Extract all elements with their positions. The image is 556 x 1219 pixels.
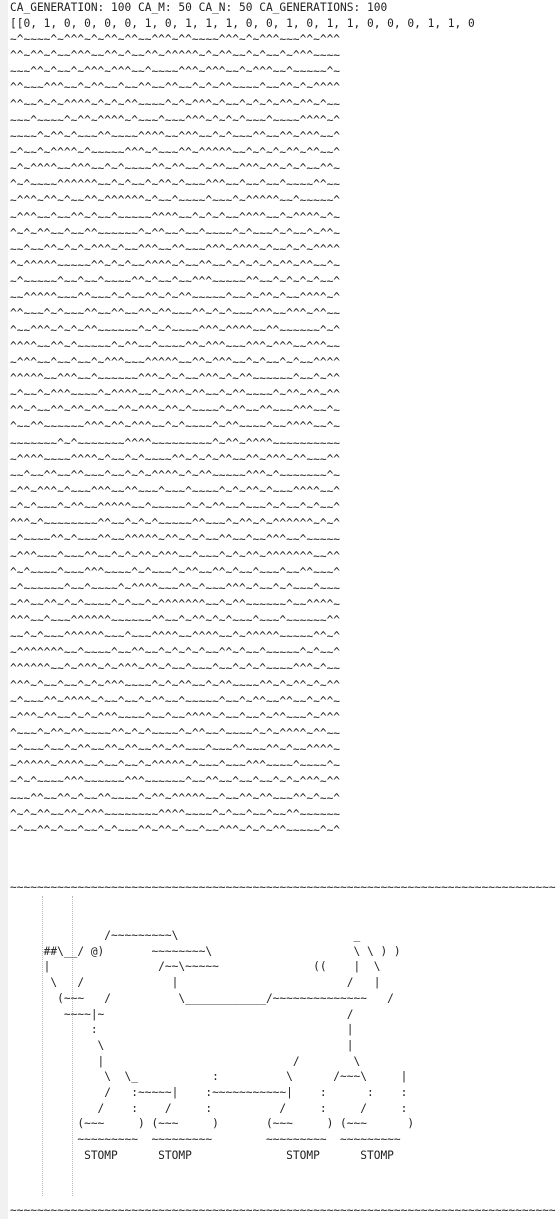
ascii-art-line: : |	[10, 1023, 354, 1037]
separator-line-top: ~~~~~~~~~~~~~~~~~~~~~~~~~~~~~~~~~~~~~~~~…	[10, 881, 556, 894]
grid-row: ^~^~^^~~^~~^^~~~~~~^~^^~~^~~^~~~~^~^~~~^…	[10, 226, 341, 240]
grid-row: ^^^^^^~~^~^^^~^~^^^~^^~^~~^~~~^~~^~^~^~~…	[10, 662, 341, 676]
grid-row: ^^~^~~^^~^^~^^~~^^~^^^~^^~^~~~~^~^^~~^^~…	[10, 404, 341, 418]
ascii-art-line: \ |	[10, 1038, 354, 1052]
grid-row: ~^~~^~^^^~~~~^~^^^^~~^~^^^~^^~~^~^^~~~~^…	[10, 388, 341, 402]
grid-row: ~^~~~~^~^^^~^~^^~^^~~^^^~^^~~~~^^^~^~^^^…	[10, 33, 341, 46]
grid-row: ^~^~~~~^^^^^^~~^~^~~^~^^~^~~~^^^~~^~~^~~…	[10, 178, 341, 192]
grid-row: ~^^^~~^~~^~~^~^^^~~~^^^^^~~^^~^^^~~^~^~~…	[10, 355, 341, 369]
ascii-art-line: (~~~ / \____________/~~~~~~~~~~~~~~ /	[10, 991, 394, 1005]
ascii-art-line: /~~~~~~~~~\ _	[10, 929, 361, 942]
grid-row: ~~~^^~^~~^~^^^~^^^~~^~~~~^^^~^^^~~^~^^^~…	[10, 65, 341, 79]
grid-row: ~^~~~~^^~^~~~^^~~^^^^^~^^~^~^~~^^~~^~~^^…	[10, 533, 341, 547]
ascii-art-line: / : / : / : / :	[10, 1101, 408, 1115]
ascii-art-line: STOMP STOMP STOMP STOMP	[10, 1148, 394, 1162]
grid-row: ~^~~~^~~^~^^~~^^~^^~~^^~^^~~~^~~~^^~~~^^…	[10, 743, 341, 757]
grid-row: ^^^~~^~~~^^^^^^~~~~~~^^~~^~^^~^~^~~~^~~~…	[10, 614, 341, 628]
grid-row: ~^~~^^~^~~^~~^~^~~~^^~^^~^~~^~~^^^~^~^~^…	[10, 823, 341, 837]
grid-row: ~^^^~~^~~^^~^~~^~~~~~^^^^~~^~^~^~~^^^^~~…	[10, 210, 341, 224]
grid-row: ~^^~~^^~^~^~~~~^~^~~^~^^^^^^^~~^~^^~~~~~…	[10, 597, 341, 611]
state-array-line: [[0, 1, 0, 0, 0, 0, 1, 0, 1, 1, 1, 0, 0,…	[10, 17, 475, 30]
grid-row: ~~^^^^^~~~^^~~~^~^~~^^~^~^^~~~~~^~~^~^^~…	[10, 291, 341, 305]
grid-row: ^^~~~^^^~~^~^^~~^~~^^~~^^~~^~^~^^~~~~^~~…	[10, 81, 341, 95]
grid-row: ^~~^^~~~~~~^^^~^^~^^^~~^~^~~~~^~^^~~~~^~…	[10, 420, 341, 434]
grid-row: ~^^^^^^^~~^~~~~^~~^^~~^~^~^~^~~^^~^~~^~~…	[10, 646, 341, 660]
grid-row: ^~~~^~^^~^^~~~~^^~^~^~~~~^~^^~~^~~~~^~^~…	[10, 727, 341, 741]
generation-header: CA_GENERATION: 100 CA_M: 50 CA_N: 50 CA_…	[10, 1, 388, 14]
ascii-art-line: ~~~~|~ /	[10, 1007, 354, 1021]
grid-row: ~~^~~^^~^~^~^^^~^~~^^^~~^^~~~^^^~^^^^~^~…	[10, 242, 341, 256]
grid-row: ~^~^^^^~~^^^~~^~^~~~~^^~^^~~^~^^~~^^^~^^…	[10, 162, 341, 176]
grid-row: ^^~~~^~^~~~^^~~^^~~^^~^^~~~^^~^~^~~~^^^~…	[10, 307, 341, 321]
grid-row: ^^^~^~~^~~^~^~^^^~~~~^~^~^^~~^~^^~~~~^^~…	[10, 678, 341, 692]
grid-row: ^~^^^^^~~~~~^^~^~^~~^^^^~^~~^^~~^~^~^~^~…	[10, 258, 341, 272]
ascii-art-line: \ \_ : \ /~~~\ |	[10, 1070, 408, 1084]
grid-row: ~^~~~^^~^^^^~^~~^~~^~^^~~^~~~~~^~~^~^^~~…	[10, 694, 341, 708]
ascii-art-line: / :~~~~~| :~~~~~~~~~~~| : : :	[10, 1086, 408, 1100]
ascii-dinosaur-art: /~~~~~~~~~\ _ ##\__/ @) ~~~~~~~~\ \ \ ) …	[10, 928, 414, 1164]
grid-row: ^^^~^~~~~~~~~^^~~^~^~^~~~~~^^~~~^~^^~^~^…	[10, 517, 341, 531]
grid-row: ~^~^~~~^~^^~~^^^^^~~^~~~~~^~^~^^~~^~~~^~…	[10, 501, 341, 515]
grid-row: ^~~^^^~^~^~^^~~~~~~^~^~^~~~~^^^~^^^^~~^^…	[10, 323, 341, 337]
grid-row: ~~~^~~~~^~^^~^^^^~^~~~^~~~^^^~^~^~^~~~^~…	[10, 113, 341, 127]
ascii-art-line: ##\__/ @) ~~~~~~~~\ \ \ ) )	[10, 944, 401, 958]
grid-row: ~~^~~^^~~^^~~~^~~^~^~^^^^~^~^^~~~~~^^^~^…	[10, 468, 341, 482]
grid-row: ~^~~~~~~^~~^~~~~^~^^^^~~~^^~^~~~^^^~^~~^…	[10, 581, 341, 595]
grid-row: ~~~^^~~^^~^~~^^~~~~^~^^~^^^^^~~^~~^^~^^~…	[10, 791, 341, 805]
grid-row: ~^^^~~~^~~~^^~~^~^~^^~^^^~~^~~~^~^~^^~^^…	[10, 549, 341, 563]
grid-row: ~^^^~^^~^~~^^~^^^^^^~^~~^~~~~^~~~^~^^^^^…	[10, 194, 341, 208]
grid-row: ~^^^~^^~~^~^~^^^~~~~^~~^~~^^^^~^~~^~~^~^…	[10, 710, 341, 724]
ascii-art-line: | /~~\~~~~~ (( | \	[10, 960, 381, 974]
grid-row: ~^^^^~~~~^^^^~^~~^~^~~~~^^~^~^~^^~~^^~^^…	[10, 452, 341, 466]
grid-row: ~^^~^^^~^~~~^^^~~^^~~~^~~~^~~~~^~^~^^~^~…	[10, 484, 341, 498]
grid-row: ~~^~^~~~^^^^^^~~~^~~~^^^^~~^^^^~~^~^^^^^…	[10, 630, 341, 644]
grid-row: ^^~~^~^~^^^^~^~^~^^~~~~^~^~^^^~^~~^~^~^~…	[10, 97, 341, 111]
grid-row: ~~~~~~~^~^~~~~~~~^^^^~~~~~~~~~^~^^~^^^^~…	[10, 436, 341, 450]
grid-row: ^^^^^~~^^^~~^~~~~~~^^^~^~^~~^^^~^~^^~~~~…	[10, 371, 341, 385]
separator-line-bottom: ~~~~~~~~~~~~~~~~~~~~~~~~~~~~~~~~~~~~~~~~…	[10, 1204, 556, 1217]
grid-row: ~~~~^~^^~^~~~^^~~~~^^^^~~^^^~~^~^~~~^^~~…	[10, 129, 341, 143]
ascii-art-line: ~~~~~~~~~ ~~~~~~~~~ ~~~~~~~~~ ~~~~~~~~~	[10, 1133, 401, 1147]
editor-gutter	[0, 0, 8, 1219]
grid-row: ~^^^^^~^^^^~~^~~^~~^~^^^^^~^~~~^~~~^^^~~…	[10, 759, 341, 773]
ascii-art-line: (~~~ ) (~~~ ) (~~~ ) (~~~ )	[10, 1117, 415, 1131]
grid-row: ~^~^~~~~^^^~~~~~~^^^~~~~~~^~~^^~~^~~^~~^…	[10, 775, 341, 789]
cellular-automaton-grid: ~^~~~~^~^^^~^~^^~^^~~^^^~^^~~~~^^^~^~^^^…	[10, 32, 340, 839]
grid-row: ^^^^~~^^~^~~~~~^~^^~~^~~~~^^~^^^~~~^^^~^…	[10, 339, 341, 353]
ascii-art-line: | / \	[10, 1054, 361, 1068]
grid-row: ^~^~^^~~^^~^^^~~~~~~~~^^^^~~~~^~^~~^~~^~…	[10, 807, 341, 821]
grid-row: ^~^~~~~^~~~^^^~~~~^~^~~~^~^^~~^^~^~~^~~~…	[10, 565, 341, 579]
grid-row: ~^~~~~~^~~^~~^~~~~^^~^~~^~~^^^~~~~~^^~~^…	[10, 275, 341, 289]
grid-row: ~^~~^~^^^^~^~~~~~^^^~^~~~^^~^^^^^~~^~^~^…	[10, 145, 341, 159]
grid-row: ^^~^^~^~~^^^~~^^~^~~^^~^^^^^~^~^^~~^~^~~…	[10, 49, 341, 63]
ascii-art-line: \ / | / |	[10, 976, 381, 990]
